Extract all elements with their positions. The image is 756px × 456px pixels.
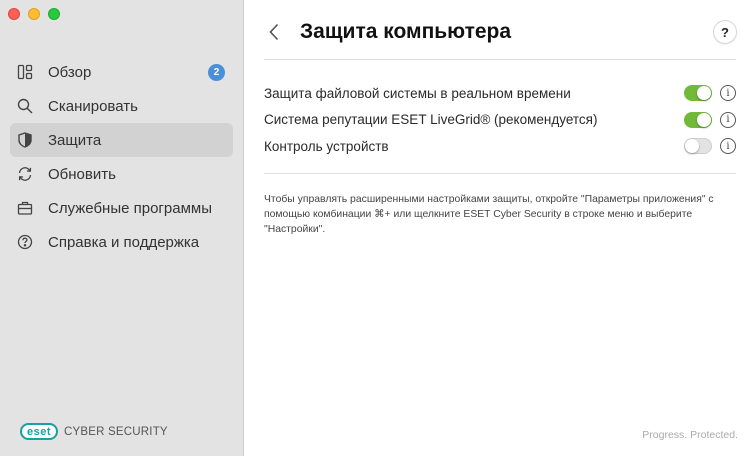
overview-icon <box>16 63 34 81</box>
search-icon <box>16 97 34 115</box>
refresh-icon <box>16 165 34 183</box>
livegrid-toggle[interactable] <box>684 111 712 128</box>
sidebar-item-update[interactable]: Обновить <box>10 157 233 191</box>
sidebar-item-label: Справка и поддержка <box>48 233 200 251</box>
minimize-window-button[interactable] <box>28 8 40 20</box>
window-controls <box>8 8 60 20</box>
setting-row-livegrid: Система репутации ESET LiveGrid® (рекоме… <box>264 107 736 134</box>
shield-icon <box>16 131 34 149</box>
sidebar-item-label: Обновить <box>48 165 116 183</box>
realtime-protection-toggle[interactable] <box>684 85 712 102</box>
sidebar-nav: Обзор 2 Сканировать Защита Обновить Служ… <box>10 55 233 259</box>
close-window-button[interactable] <box>8 8 20 20</box>
setting-row-device-control: Контроль устройств i <box>264 133 736 160</box>
device-control-toggle[interactable] <box>684 138 712 155</box>
settings-list: Защита файловой системы в реальном време… <box>264 80 736 160</box>
maximize-window-button[interactable] <box>48 8 60 20</box>
sidebar-item-tools[interactable]: Служебные программы <box>10 191 233 225</box>
setting-label: Защита файловой системы в реальном време… <box>264 85 571 101</box>
briefcase-icon <box>16 199 34 217</box>
product-name: CYBER SECURITY <box>64 425 168 438</box>
toggle-knob <box>685 139 699 154</box>
info-icon[interactable]: i <box>720 111 736 128</box>
page-title: Защита компьютера <box>300 20 512 43</box>
main-panel: Защита компьютера ? Защита файловой сист… <box>244 0 756 456</box>
app-window: Обзор 2 Сканировать Защита Обновить Служ… <box>0 0 756 456</box>
sidebar-item-scan[interactable]: Сканировать <box>10 89 233 123</box>
sidebar-item-help[interactable]: Справка и поддержка <box>10 225 233 259</box>
divider <box>264 173 736 174</box>
setting-label: Система репутации ESET LiveGrid® (рекоме… <box>264 112 598 128</box>
setting-row-realtime-protection: Защита файловой системы в реальном време… <box>264 80 736 107</box>
sidebar-item-label: Служебные программы <box>48 199 212 217</box>
sidebar: Обзор 2 Сканировать Защита Обновить Служ… <box>0 0 244 456</box>
chevron-left-icon <box>269 23 279 41</box>
settings-hint-text: Чтобы управлять расширенными настройками… <box>264 194 714 235</box>
sidebar-item-label: Сканировать <box>48 97 138 115</box>
divider <box>264 59 736 60</box>
notification-badge: 2 <box>208 64 225 81</box>
brand: eset CYBER SECURITY <box>20 423 168 440</box>
info-icon[interactable]: i <box>720 138 736 155</box>
sidebar-item-label: Защита <box>48 131 102 149</box>
sidebar-item-label: Обзор <box>48 63 92 81</box>
help-button[interactable]: ? <box>714 21 736 43</box>
toggle-knob <box>697 112 711 127</box>
eset-logo: eset <box>20 423 59 440</box>
setting-label: Контроль устройств <box>264 138 389 154</box>
toggle-knob <box>697 86 711 101</box>
info-icon[interactable]: i <box>720 85 736 102</box>
footer-tagline: Progress. Protected. <box>642 429 738 441</box>
page-header: Защита компьютера ? <box>264 14 736 50</box>
sidebar-item-overview[interactable]: Обзор 2 <box>10 55 233 89</box>
help-circle-icon <box>16 233 34 251</box>
back-button[interactable] <box>264 20 284 44</box>
sidebar-item-protection[interactable]: Защита <box>10 123 233 157</box>
